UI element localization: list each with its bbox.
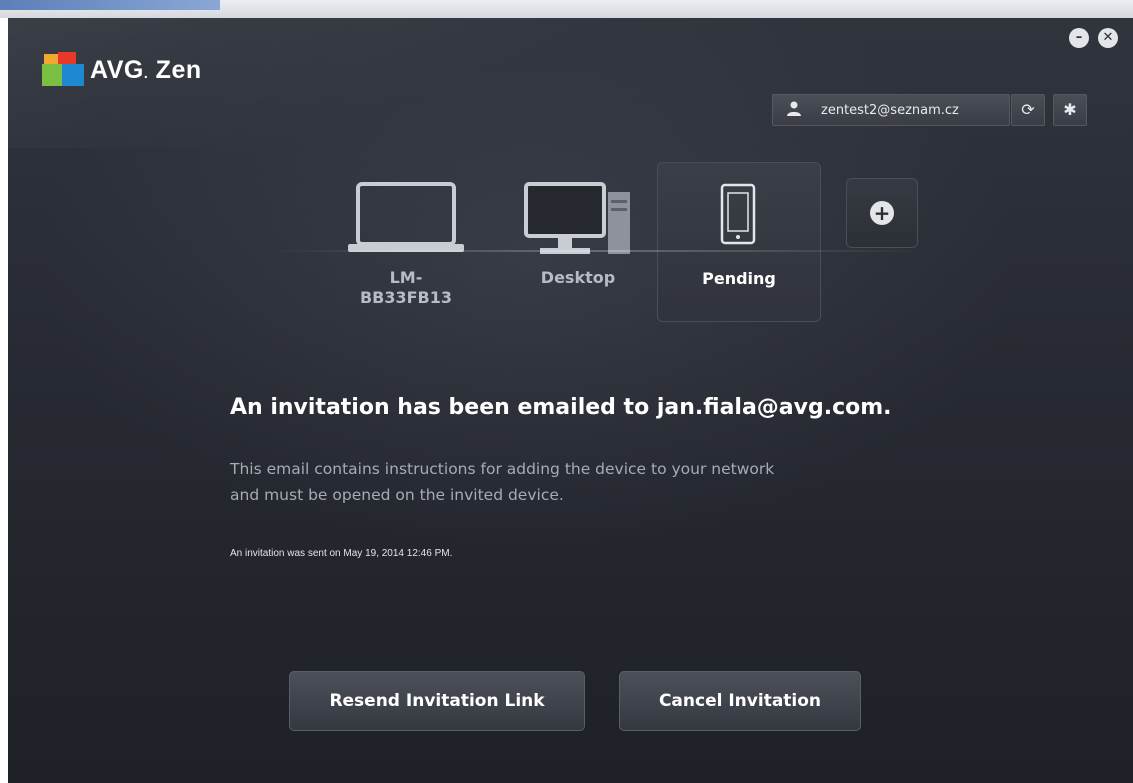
device-shelf-divider <box>268 250 928 252</box>
invitation-description: This email contains instructions for add… <box>230 456 950 508</box>
avg-logo: AVG. Zen <box>42 52 202 88</box>
logo-text: AVG. Zen <box>90 55 202 84</box>
invitation-headline: An invitation has been emailed to jan.fi… <box>230 395 892 420</box>
refresh-icon: ⟳ <box>1021 100 1035 119</box>
user-icon <box>781 100 807 120</box>
active-tab-accent <box>0 0 220 10</box>
logo-brand: AVG <box>90 55 144 84</box>
minus-icon[interactable]: – <box>1069 28 1089 48</box>
invitation-sent-note: An invitation was sent on May 19, 2014 1… <box>230 548 453 559</box>
browser-top-strip <box>0 0 1133 18</box>
device-label-line-1: LM- <box>389 268 423 287</box>
resend-invitation-button[interactable]: Resend Invitation Link <box>289 671 585 731</box>
gear-icon: ✱ <box>1063 100 1077 119</box>
refresh-button[interactable]: ⟳ <box>1011 94 1045 126</box>
device-label: LM- BB33FB13 <box>344 268 468 308</box>
plus-icon: + <box>870 201 894 225</box>
close-icon[interactable]: ✕ <box>1098 28 1118 48</box>
logo-product: Zen <box>155 55 202 84</box>
account-email: zentest2@seznam.cz <box>821 102 959 118</box>
avg-logo-icon <box>42 52 86 88</box>
device-label: Pending <box>702 269 776 288</box>
phone-icon <box>720 183 756 245</box>
cancel-invitation-button[interactable]: Cancel Invitation <box>619 671 861 731</box>
device-pending[interactable]: Pending <box>657 162 821 322</box>
invitation-description-text: This email contains instructions for add… <box>230 460 775 504</box>
device-label-line-2: BB33FB13 <box>359 288 453 307</box>
device-label: Desktop <box>540 268 616 287</box>
add-device-button[interactable]: + <box>846 178 918 248</box>
settings-button[interactable]: ✱ <box>1053 94 1087 126</box>
account-button[interactable]: zentest2@seznam.cz <box>772 94 1010 126</box>
device-desktop[interactable]: Desktop <box>516 178 640 328</box>
device-laptop[interactable]: LM- BB33FB13 <box>344 178 468 328</box>
app-window: AVG. Zen – ✕ zentest2@seznam.cz ⟳ ✱ LM- … <box>8 18 1133 783</box>
